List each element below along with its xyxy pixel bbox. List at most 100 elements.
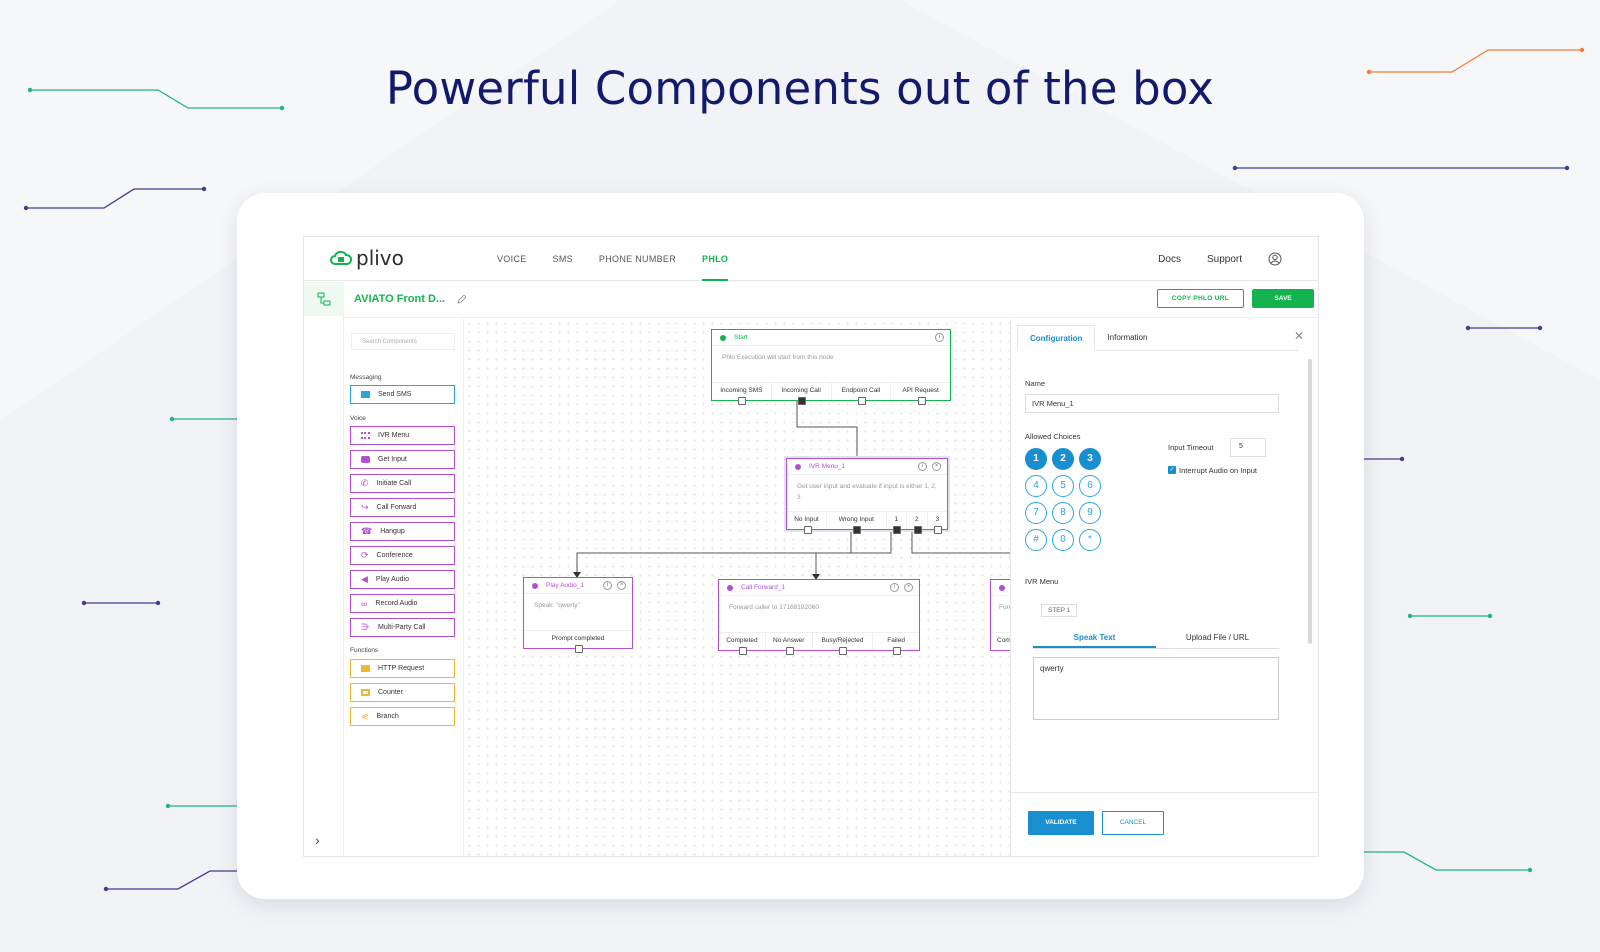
close-icon[interactable]: ×	[932, 462, 941, 471]
component-get-input[interactable]: Get Input	[350, 450, 455, 469]
key-4[interactable]: 4	[1025, 475, 1047, 497]
port-api-request[interactable]: API Request	[891, 383, 950, 405]
port-busy-rejected[interactable]: Busy/Rejected	[813, 633, 874, 655]
component-ivr-menu[interactable]: IVR Menu	[350, 426, 455, 445]
component-label: HTTP Request	[378, 665, 425, 672]
panel-scrollbar[interactable]	[1308, 359, 1312, 644]
port-prompt-completed[interactable]: Prompt completed	[524, 631, 632, 653]
node-call-forward[interactable]: Call Forward_1 i × Forward caller to 1716…	[718, 579, 920, 655]
tab-information[interactable]: Information	[1095, 325, 1159, 350]
tab-speak-text[interactable]: Speak Text	[1033, 627, 1156, 648]
tab-configuration[interactable]: Configuration	[1017, 325, 1096, 351]
key-6[interactable]: 6	[1079, 475, 1101, 497]
branch-icon: ⋞	[361, 711, 369, 721]
port-wrong-input[interactable]: Wrong Input	[827, 512, 887, 534]
support-link[interactable]: Support	[1207, 254, 1242, 265]
nav-phlo[interactable]: PHLO	[689, 237, 741, 281]
key-9[interactable]: 9	[1079, 502, 1101, 524]
edit-pencil-icon[interactable]	[457, 294, 467, 304]
key-2[interactable]: 2	[1052, 448, 1074, 470]
component-initiate-call[interactable]: ✆ Initiate Call	[350, 474, 455, 493]
port-choice-2[interactable]: 2	[907, 512, 928, 534]
input-timeout-field[interactable]: 5	[1230, 438, 1266, 457]
component-counter[interactable]: Counter	[350, 683, 455, 702]
flow-tree-icon	[317, 292, 331, 306]
info-icon[interactable]: i	[603, 581, 612, 590]
key-7[interactable]: 7	[1025, 502, 1047, 524]
node-description: Speak: "qwerty"	[534, 602, 580, 609]
component-play-audio[interactable]: ◀ Play Audio	[350, 570, 455, 589]
docs-link[interactable]: Docs	[1158, 254, 1181, 265]
expand-chevron-icon[interactable]: ›	[315, 832, 320, 848]
key-5[interactable]: 5	[1052, 475, 1074, 497]
node-start[interactable]: Start i Phlo Execution will start from t…	[711, 329, 951, 405]
search-components-input[interactable]: Search Components	[351, 333, 455, 350]
close-icon[interactable]: ×	[617, 581, 626, 590]
node-description: Fon	[999, 604, 1010, 611]
node-partial-offscreen[interactable]: Fon Com	[990, 579, 1010, 651]
component-send-sms[interactable]: Send SMS	[350, 385, 455, 404]
port-no-input[interactable]: No Input	[787, 512, 827, 534]
key-0[interactable]: 0	[1052, 529, 1074, 551]
key-1[interactable]: 1	[1025, 448, 1047, 470]
component-label: Conference	[376, 552, 413, 559]
component-label: Call Forward	[376, 504, 417, 511]
key-hash[interactable]: #	[1025, 529, 1047, 551]
top-right-links: Docs Support	[1158, 237, 1282, 281]
validate-button[interactable]: VALIDATE	[1028, 811, 1094, 835]
port-incoming-call[interactable]: Incoming Call	[772, 383, 832, 405]
component-record-audio[interactable]: ∞ Record Audio	[350, 594, 455, 613]
name-field[interactable]: IVR Menu_1	[1025, 394, 1279, 413]
port-choice-3[interactable]: 3	[928, 512, 948, 534]
info-icon[interactable]: i	[935, 333, 944, 342]
section-functions: Functions	[350, 647, 379, 654]
component-label: Hangup	[380, 528, 405, 535]
save-button[interactable]: SAVE	[1252, 289, 1314, 308]
key-star[interactable]: *	[1079, 529, 1101, 551]
speak-text-area[interactable]: qwerty	[1033, 657, 1279, 720]
status-dot	[720, 334, 726, 341]
info-icon[interactable]: i	[890, 583, 899, 592]
step-badge: STEP 1	[1041, 604, 1078, 617]
plivo-logo[interactable]: plivo	[330, 246, 404, 270]
user-account-icon[interactable]	[1268, 252, 1282, 266]
nav-voice[interactable]: VOICE	[484, 237, 540, 281]
nav-phone-number[interactable]: PHONE NUMBER	[586, 237, 689, 281]
info-icon[interactable]: i	[918, 462, 927, 471]
port-completed[interactable]: Completed	[719, 633, 766, 655]
port-incoming-sms[interactable]: Incoming SMS	[712, 383, 772, 405]
close-panel-icon[interactable]: ✕	[1294, 329, 1304, 343]
component-multi-party-call[interactable]: ⋺ Multi-Party Call	[350, 618, 455, 637]
rail-flow-item[interactable]	[304, 282, 344, 316]
node-play-audio[interactable]: Play Audio_1 i × Speak: "qwerty" Prompt c…	[523, 577, 633, 653]
component-conference[interactable]: ⟳ Conference	[350, 546, 455, 565]
component-label: Initiate Call	[376, 480, 412, 487]
flow-canvas[interactable]: Start i Phlo Execution will start from t…	[465, 319, 1010, 856]
tab-upload-file[interactable]: Upload File / URL	[1156, 627, 1279, 648]
node-description: Get user input and evaluate if input is …	[797, 483, 937, 501]
copy-phlo-url-button[interactable]: COPY PHLO URL	[1156, 289, 1244, 308]
component-http-request[interactable]: HTTP Request	[350, 659, 455, 678]
node-ivr-menu[interactable]: IVR Menu_1 i × Get user input and evaluat…	[786, 458, 948, 534]
key-8[interactable]: 8	[1052, 502, 1074, 524]
key-3[interactable]: 3	[1079, 448, 1101, 470]
close-icon[interactable]: ×	[904, 583, 913, 592]
node-description: Phlo Execution will start from this node	[722, 354, 834, 361]
section-messaging: Messaging	[350, 374, 382, 381]
node-title: Play Audio_1	[546, 582, 584, 589]
nav-sms[interactable]: SMS	[540, 237, 586, 281]
port-failed[interactable]: Failed	[873, 633, 919, 655]
counter-icon	[361, 689, 370, 696]
components-palette: Search Components Messaging Send SMS Voi…	[344, 319, 464, 856]
component-call-forward[interactable]: ↪ Call Forward	[350, 498, 455, 517]
port-no-answer[interactable]: No Answer	[766, 633, 813, 655]
port-partial[interactable]: Com	[991, 633, 1010, 650]
prompt-tabs: Speak Text Upload File / URL	[1033, 627, 1279, 649]
cancel-button[interactable]: CANCEL	[1102, 811, 1164, 835]
component-label: Multi-Party Call	[378, 624, 426, 631]
port-endpoint-call[interactable]: Endpoint Call	[832, 383, 892, 405]
status-dot	[795, 463, 801, 470]
port-choice-1[interactable]: 1	[887, 512, 907, 534]
component-branch[interactable]: ⋞ Branch	[350, 707, 455, 726]
component-hangup[interactable]: ☎ Hangup	[350, 522, 455, 541]
